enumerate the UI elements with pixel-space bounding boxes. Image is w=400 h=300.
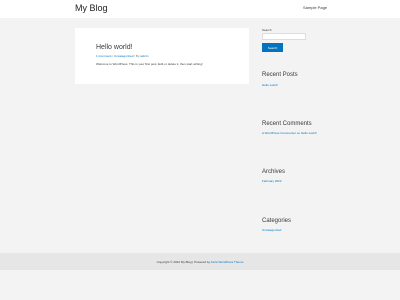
- archives-title: Archives: [262, 169, 286, 175]
- site-footer: Copyright © 2022 My Blog | Powered by As…: [0, 253, 400, 270]
- site-title-link[interactable]: My Blog: [75, 3, 108, 13]
- recent-posts-title: Recent Posts: [262, 72, 298, 78]
- category-widget-link[interactable]: Uncategorized: [262, 228, 281, 232]
- search-label: Search: [262, 28, 272, 32]
- search-input[interactable]: [262, 33, 306, 40]
- post-card: Hello world! 1 Comment / Uncategorized /…: [75, 28, 249, 84]
- footer-text-prefix: Copyright © 2022 My Blog | Powered by: [156, 260, 211, 264]
- search-button[interactable]: Search: [262, 43, 283, 52]
- post-meta: 1 Comment / Uncategorized / By admin: [96, 54, 148, 58]
- post-title[interactable]: Hello world!: [96, 44, 133, 51]
- category-link[interactable]: Uncategorized: [114, 54, 133, 58]
- recent-comment-link[interactable]: A WordPress Commenter on Hello world!: [262, 131, 317, 135]
- nav-item-sample-page[interactable]: Sample Page: [303, 5, 327, 10]
- categories-title: Categories: [262, 218, 292, 224]
- author-link[interactable]: admin: [140, 54, 148, 58]
- site-header: My Blog Sample Page: [0, 0, 400, 18]
- footer-copyright: Copyright © 2022 My Blog | Powered by As…: [0, 260, 400, 264]
- post-excerpt: Welcome to WordPress. This is your first…: [96, 62, 203, 66]
- comments-link[interactable]: 1 Comment: [96, 54, 112, 58]
- recent-comments-title: Recent Comments: [262, 121, 312, 127]
- footer-theme-link[interactable]: Astra WordPress Theme: [211, 260, 244, 264]
- archive-link[interactable]: February 2022: [262, 179, 282, 183]
- recent-post-link[interactable]: Hello world!: [262, 83, 278, 87]
